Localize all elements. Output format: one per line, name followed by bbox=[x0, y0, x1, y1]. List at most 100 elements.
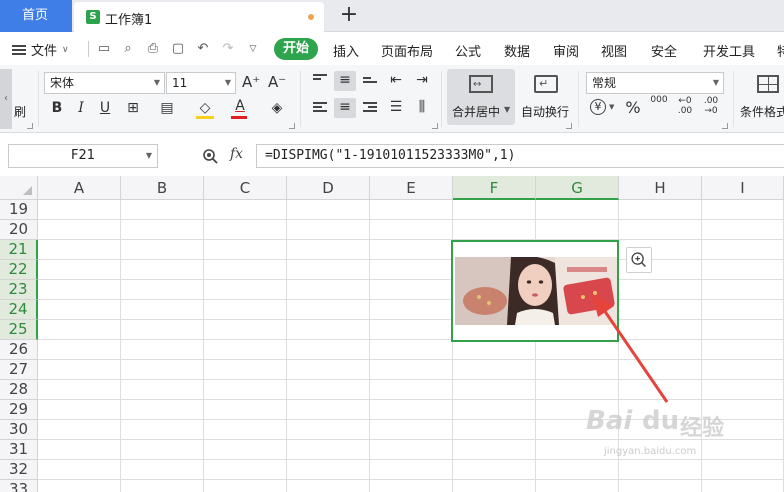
print-preview-icon[interactable]: ▢ bbox=[170, 41, 186, 57]
tab-home[interactable]: 首页 bbox=[0, 0, 72, 32]
spreadsheet-icon: S bbox=[86, 10, 100, 24]
chevron-down-icon: ▼ bbox=[504, 105, 511, 114]
print-icon[interactable]: ⎙ bbox=[145, 41, 161, 57]
italic-button[interactable]: I bbox=[72, 99, 90, 117]
dialog-launcher-icon[interactable] bbox=[27, 123, 33, 129]
bold-button[interactable]: B bbox=[48, 99, 66, 117]
menu-bar: 文件 ∨ ▭ ⌕ ⎙ ▢ ↶ ↷ ▽ 开始 插入 页面布局 公式 数据 审阅 视… bbox=[0, 33, 784, 65]
align-top-icon[interactable] bbox=[313, 74, 327, 84]
arrow-shaft bbox=[602, 309, 669, 403]
wrap-text-button[interactable]: ↵ 自动换行 bbox=[519, 69, 573, 125]
row-header-20[interactable]: 20 bbox=[0, 220, 38, 240]
underline-button[interactable]: U bbox=[96, 99, 114, 117]
undo-icon[interactable]: ↶ bbox=[195, 41, 211, 57]
row-header-21[interactable]: 21 bbox=[0, 240, 38, 260]
decrease-font-button[interactable]: A⁻ bbox=[268, 73, 286, 91]
menu-item-data[interactable]: 数据 bbox=[504, 41, 530, 60]
row-header-31[interactable]: 31 bbox=[0, 440, 38, 460]
row-header-27[interactable]: 27 bbox=[0, 360, 38, 380]
row-header-23[interactable]: 23 bbox=[0, 280, 38, 300]
ribbon: ‹ 刷 宋体 ▼ 11 ▼ A⁺ A⁻ B I U ⊞ ▤ ◇ A ◈ ≡ ⇤ … bbox=[0, 65, 784, 133]
name-box-value: F21 bbox=[70, 148, 96, 163]
clear-format-icon[interactable]: ◈ bbox=[268, 99, 286, 117]
row-header-19[interactable]: 19 bbox=[0, 200, 38, 220]
number-format-select[interactable]: 常规 ▼ bbox=[586, 72, 724, 94]
dialog-launcher-icon[interactable] bbox=[289, 123, 295, 129]
distributed-align-icon[interactable]: ⫼ bbox=[413, 98, 431, 116]
justify-icon[interactable]: ☰ bbox=[387, 98, 405, 116]
font-name-value: 宋体 bbox=[50, 76, 75, 90]
chevron-down-icon: ▼ bbox=[712, 78, 719, 87]
percent-button[interactable]: % bbox=[624, 99, 642, 117]
fill-color-icon[interactable]: ◇ bbox=[196, 99, 214, 117]
menu-item-security[interactable]: 安全 bbox=[651, 41, 677, 60]
border-icon[interactable]: ⊞ bbox=[124, 99, 142, 117]
row-header-29[interactable]: 29 bbox=[0, 400, 38, 420]
zoom-search-icon[interactable] bbox=[202, 148, 218, 164]
font-size-select[interactable]: 11 ▼ bbox=[166, 72, 236, 94]
decrease-decimal-button[interactable]: .00 →0 bbox=[702, 96, 720, 116]
row-header-32[interactable]: 32 bbox=[0, 460, 38, 480]
formula-input[interactable]: =DISPIMG("1-19101011523333M0",1) bbox=[256, 144, 784, 168]
menu-item-view[interactable]: 视图 bbox=[601, 41, 627, 60]
conditional-format-icon bbox=[757, 75, 779, 93]
ribbon-divider bbox=[300, 71, 301, 127]
row-header-33[interactable]: 33 bbox=[0, 480, 38, 492]
ribbon-scroll-left-button[interactable]: ‹ bbox=[0, 69, 12, 129]
name-box[interactable]: F21 ▼ bbox=[8, 144, 158, 168]
row-header-24[interactable]: 24 bbox=[0, 300, 38, 320]
increase-font-button[interactable]: A⁺ bbox=[242, 73, 260, 91]
menu-item-developer[interactable]: 开发工具 bbox=[703, 41, 755, 60]
insert-function-button[interactable]: fx bbox=[230, 146, 243, 162]
thousands-separator-button[interactable]: 000 bbox=[650, 95, 668, 113]
chevron-down-icon: ▼ bbox=[224, 78, 231, 87]
save-icon[interactable]: ▭ bbox=[96, 41, 112, 57]
quick-access-dropdown-icon[interactable]: ▽ bbox=[245, 41, 261, 57]
redo-icon[interactable]: ↷ bbox=[220, 41, 236, 57]
font-size-value: 11 bbox=[172, 76, 188, 90]
conditional-format-button[interactable]: 条件格式 bbox=[738, 69, 784, 125]
dialog-launcher-icon[interactable] bbox=[566, 123, 572, 129]
chevron-down-icon: ▼ bbox=[153, 78, 160, 87]
wrap-text-label: 自动换行 bbox=[521, 105, 570, 119]
align-left-icon[interactable] bbox=[313, 102, 327, 112]
watermark-url: jingyan.baidu.com bbox=[604, 446, 697, 457]
new-tab-button[interactable]: + bbox=[336, 3, 362, 29]
menu-item-formula[interactable]: 公式 bbox=[455, 41, 481, 60]
increase-decimal-button[interactable]: ←0.00 bbox=[676, 96, 694, 116]
tab-workbook[interactable]: S 工作簿1 bbox=[74, 2, 324, 32]
row-header-25[interactable]: 25 bbox=[0, 320, 38, 340]
fill-pattern-icon[interactable]: ▤ bbox=[158, 99, 176, 117]
spreadsheet-grid[interactable]: ABCDEFGHI Bai du 经验 jingyan.baidu.com 19… bbox=[0, 176, 784, 492]
row-header-28[interactable]: 28 bbox=[0, 380, 38, 400]
font-color-icon[interactable]: A bbox=[231, 97, 249, 115]
format-brush-label[interactable]: 刷 bbox=[14, 103, 26, 120]
align-middle-icon[interactable]: ≡ bbox=[334, 71, 356, 91]
align-bottom-icon[interactable] bbox=[363, 77, 377, 87]
number-format-value: 常规 bbox=[592, 76, 617, 90]
increase-indent-icon[interactable]: ⇥ bbox=[413, 71, 431, 89]
font-name-select[interactable]: 宋体 ▼ bbox=[44, 72, 165, 94]
menu-item-insert[interactable]: 插入 bbox=[333, 41, 359, 60]
dialog-launcher-icon[interactable] bbox=[722, 123, 728, 129]
menu-item-special[interactable]: 特 bbox=[777, 41, 784, 60]
align-center-icon[interactable]: ≡ bbox=[334, 98, 356, 118]
align-right-icon[interactable] bbox=[363, 102, 377, 112]
merge-center-button[interactable]: ↔ 合并居中 ▼ bbox=[447, 69, 515, 125]
currency-button[interactable]: ¥ bbox=[590, 99, 606, 115]
menu-divider bbox=[88, 41, 89, 57]
menu-item-page-layout[interactable]: 页面布局 bbox=[381, 41, 433, 60]
menu-item-review[interactable]: 审阅 bbox=[553, 41, 579, 60]
increase-decimal-label: .00 bbox=[677, 106, 693, 116]
row-header-30[interactable]: 30 bbox=[0, 420, 38, 440]
decrease-indent-icon[interactable]: ⇤ bbox=[387, 71, 405, 89]
menu-item-start[interactable]: 开始 bbox=[274, 38, 318, 60]
format-painter-icon[interactable]: ⌕ bbox=[120, 41, 136, 57]
row-header-26[interactable]: 26 bbox=[0, 340, 38, 360]
formula-bar: F21 ▼ fx =DISPIMG("1-19101011523333M0",1… bbox=[0, 134, 784, 176]
chevron-down-icon: ▼ bbox=[145, 151, 152, 160]
chevron-down-icon: ∨ bbox=[62, 44, 69, 55]
file-menu[interactable]: 文件 ∨ bbox=[12, 40, 69, 59]
dialog-launcher-icon[interactable] bbox=[432, 123, 438, 129]
row-header-22[interactable]: 22 bbox=[0, 260, 38, 280]
